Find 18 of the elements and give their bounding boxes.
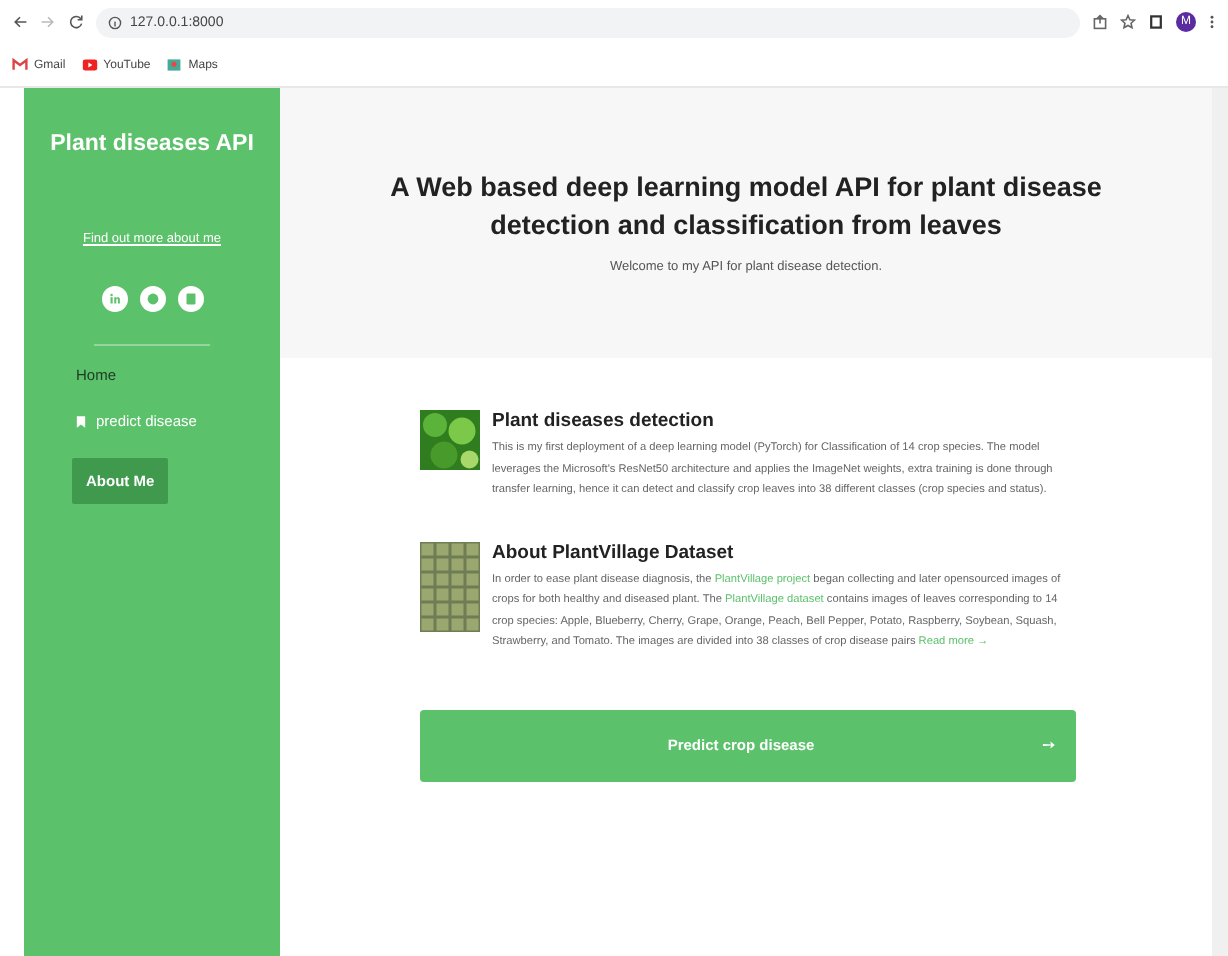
back-icon[interactable] xyxy=(12,14,28,30)
leaf-photo-placeholder xyxy=(420,410,480,470)
star-icon[interactable] xyxy=(1120,14,1136,30)
site-title: Plant diseases API xyxy=(50,132,254,156)
mail-icon xyxy=(12,58,28,72)
reload-icon[interactable] xyxy=(68,14,84,30)
info-icon xyxy=(108,15,122,29)
section-heading: Plant diseases detection xyxy=(492,410,716,432)
page-heading: A Web based deep learning model API for plant disease detection and classification from leaves xyxy=(388,170,1104,244)
share-icon[interactable] xyxy=(1092,14,1108,30)
play-icon xyxy=(81,58,98,72)
leaf-grid-placeholder xyxy=(420,541,480,631)
more-menu-icon[interactable] xyxy=(1208,14,1216,30)
section-heading: About PlantVillage Dataset xyxy=(492,541,736,563)
bookmark-icon xyxy=(76,413,86,429)
sidebar-panel-icon[interactable] xyxy=(1148,14,1164,30)
map-pin-icon xyxy=(166,58,183,72)
arrow-icon: ➙ xyxy=(1042,736,1056,754)
